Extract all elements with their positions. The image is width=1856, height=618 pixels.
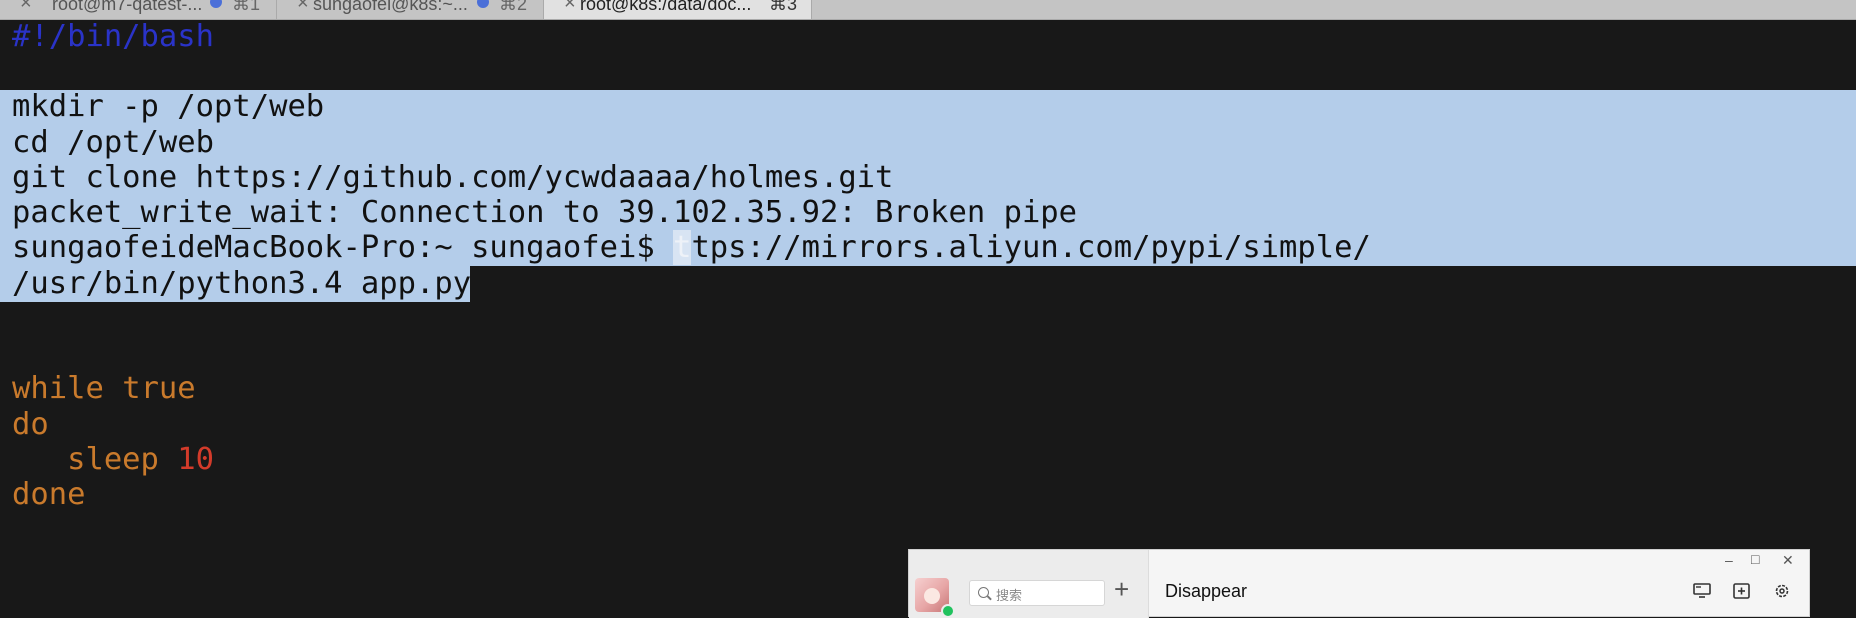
maximize-button[interactable]: □ bbox=[1751, 551, 1759, 567]
terminal-tab-bar: × root@m7-qatest-... ⌘1 × sungaofei@k8s:… bbox=[0, 0, 1856, 20]
conversation-title: Disappear bbox=[1165, 581, 1248, 601]
tab-title: root@k8s:/data/doc... bbox=[580, 0, 752, 14]
keyword-do: do bbox=[12, 407, 49, 442]
online-status-icon bbox=[941, 604, 955, 618]
keyword-true: true bbox=[122, 371, 196, 406]
prompt-line: sungaofeideMacBook-Pro:~ sungaofei$ ttps… bbox=[12, 228, 1371, 268]
shell-prompt: sungaofeideMacBook-Pro:~ sungaofei$ bbox=[12, 230, 674, 265]
gear-icon[interactable] bbox=[1773, 583, 1791, 599]
terminal-line: git clone https://github.com/ycwdaaaa/ho… bbox=[12, 160, 894, 195]
close-button[interactable]: ✕ bbox=[1782, 552, 1794, 569]
sleep-line: sleep 10 bbox=[12, 440, 214, 480]
tab-activity-dot-icon bbox=[477, 0, 489, 8]
close-tab-icon[interactable]: × bbox=[20, 0, 32, 15]
search-icon bbox=[978, 587, 989, 598]
while-line: while true bbox=[12, 369, 196, 409]
chat-sidebar: 搜索 + bbox=[909, 550, 1149, 618]
screen-share-icon[interactable] bbox=[1693, 583, 1711, 599]
tab-3[interactable]: × root@k8s:/data/doc... ⌘3 bbox=[544, 0, 812, 19]
close-tab-icon[interactable]: × bbox=[564, 0, 576, 15]
tab-shortcut: ⌘1 bbox=[232, 0, 261, 14]
tab-activity-dot-icon bbox=[210, 0, 222, 8]
add-member-icon[interactable] bbox=[1733, 583, 1751, 599]
tab-title: sungaofei@k8s:~... bbox=[313, 0, 468, 14]
terminal-view[interactable]: #!/bin/bash mkdir -p /opt/web cd /opt/we… bbox=[0, 19, 1856, 617]
search-input[interactable]: 搜索 bbox=[969, 580, 1105, 606]
text-cursor: t bbox=[673, 230, 692, 265]
terminal-line: mkdir -p /opt/web bbox=[12, 89, 325, 124]
search-placeholder: 搜索 bbox=[996, 588, 1023, 603]
tab-title: root@m7-qatest-... bbox=[52, 0, 203, 14]
tab-shortcut: ⌘3 bbox=[769, 0, 798, 14]
minimize-button[interactable]: – bbox=[1725, 552, 1733, 568]
keyword-while: while bbox=[12, 371, 104, 406]
close-tab-icon[interactable]: × bbox=[297, 0, 309, 15]
tab-shortcut: ⌘2 bbox=[499, 0, 528, 14]
add-button[interactable]: + bbox=[1114, 574, 1129, 605]
chat-window: 搜索 + Disappear – □ ✕ bbox=[908, 549, 1810, 618]
command-text: tps://mirrors.aliyun.com/pypi/simple/ bbox=[691, 230, 1371, 265]
sleep-value: 10 bbox=[177, 442, 215, 477]
keyword-done: done bbox=[12, 477, 86, 512]
tab-2[interactable]: × sungaofei@k8s:~... ⌘2 bbox=[277, 0, 544, 19]
shebang-line: #!/bin/bash bbox=[12, 19, 214, 54]
terminal-line: /usr/bin/python3.4 app.py bbox=[12, 266, 472, 301]
terminal-line: packet_write_wait: Connection to 39.102.… bbox=[12, 195, 1078, 230]
terminal-line: cd /opt/web bbox=[12, 125, 214, 160]
keyword-sleep: sleep bbox=[67, 442, 159, 477]
